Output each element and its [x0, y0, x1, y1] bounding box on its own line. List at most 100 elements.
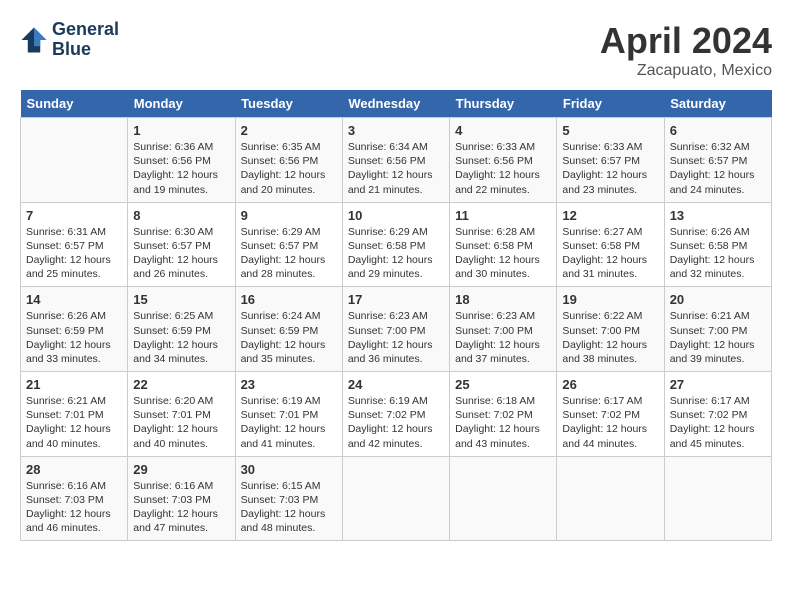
calendar-table: SundayMondayTuesdayWednesdayThursdayFrid… [20, 90, 772, 541]
day-info: Sunrise: 6:23 AMSunset: 7:00 PMDaylight:… [455, 309, 551, 366]
day-info: Sunrise: 6:30 AMSunset: 6:57 PMDaylight:… [133, 225, 229, 282]
calendar-cell: 21 Sunrise: 6:21 AMSunset: 7:01 PMDayligh… [21, 372, 128, 457]
day-info: Sunrise: 6:25 AMSunset: 6:59 PMDaylight:… [133, 309, 229, 366]
weekday-header-saturday: Saturday [664, 90, 771, 118]
day-info: Sunrise: 6:27 AMSunset: 6:58 PMDaylight:… [562, 225, 658, 282]
day-info: Sunrise: 6:18 AMSunset: 7:02 PMDaylight:… [455, 394, 551, 451]
day-info: Sunrise: 6:35 AMSunset: 6:56 PMDaylight:… [241, 140, 337, 197]
week-row-3: 14 Sunrise: 6:26 AMSunset: 6:59 PMDayligh… [21, 287, 772, 372]
day-number: 24 [348, 377, 444, 392]
calendar-cell: 5 Sunrise: 6:33 AMSunset: 6:57 PMDaylight… [557, 118, 664, 203]
calendar-cell: 12 Sunrise: 6:27 AMSunset: 6:58 PMDayligh… [557, 202, 664, 287]
day-number: 26 [562, 377, 658, 392]
day-number: 27 [670, 377, 766, 392]
weekday-header-thursday: Thursday [450, 90, 557, 118]
calendar-cell: 13 Sunrise: 6:26 AMSunset: 6:58 PMDayligh… [664, 202, 771, 287]
day-info: Sunrise: 6:34 AMSunset: 6:56 PMDaylight:… [348, 140, 444, 197]
day-number: 21 [26, 377, 122, 392]
week-row-1: 1Sunrise: 6:36 AMSunset: 6:56 PMDaylight… [21, 118, 772, 203]
day-info: Sunrise: 6:33 AMSunset: 6:57 PMDaylight:… [562, 140, 658, 197]
day-number: 11 [455, 208, 551, 223]
day-info: Sunrise: 6:31 AMSunset: 6:57 PMDaylight:… [26, 225, 122, 282]
day-number: 20 [670, 292, 766, 307]
day-number: 19 [562, 292, 658, 307]
weekday-header-row: SundayMondayTuesdayWednesdayThursdayFrid… [21, 90, 772, 118]
week-row-4: 21 Sunrise: 6:21 AMSunset: 7:01 PMDayligh… [21, 372, 772, 457]
calendar-cell: 19 Sunrise: 6:22 AMSunset: 7:00 PMDayligh… [557, 287, 664, 372]
logo-text: General Blue [52, 20, 119, 60]
calendar-cell: 10 Sunrise: 6:29 AMSunset: 6:58 PMDayligh… [342, 202, 449, 287]
calendar-cell: 11 Sunrise: 6:28 AMSunset: 6:58 PMDayligh… [450, 202, 557, 287]
day-number: 25 [455, 377, 551, 392]
calendar-cell [21, 118, 128, 203]
day-number: 10 [348, 208, 444, 223]
logo: General Blue [20, 20, 119, 60]
day-info: Sunrise: 6:21 AMSunset: 7:01 PMDaylight:… [26, 394, 122, 451]
day-info: Sunrise: 6:32 AMSunset: 6:57 PMDaylight:… [670, 140, 766, 197]
calendar-cell [342, 456, 449, 541]
calendar-cell: 8 Sunrise: 6:30 AMSunset: 6:57 PMDaylight… [128, 202, 235, 287]
calendar-cell: 3 Sunrise: 6:34 AMSunset: 6:56 PMDaylight… [342, 118, 449, 203]
day-number: 15 [133, 292, 229, 307]
day-number: 2 [241, 123, 337, 138]
day-info: Sunrise: 6:15 AMSunset: 7:03 PMDaylight:… [241, 479, 337, 536]
calendar-cell: 18 Sunrise: 6:23 AMSunset: 7:00 PMDayligh… [450, 287, 557, 372]
calendar-cell: 7 Sunrise: 6:31 AMSunset: 6:57 PMDaylight… [21, 202, 128, 287]
day-info: Sunrise: 6:26 AMSunset: 6:59 PMDaylight:… [26, 309, 122, 366]
day-info: Sunrise: 6:16 AMSunset: 7:03 PMDaylight:… [133, 479, 229, 536]
weekday-header-wednesday: Wednesday [342, 90, 449, 118]
calendar-cell [664, 456, 771, 541]
page-header: General Blue April 2024 Zacapuato, Mexic… [20, 20, 772, 80]
day-info: Sunrise: 6:17 AMSunset: 7:02 PMDaylight:… [670, 394, 766, 451]
calendar-cell: 22Sunrise: 6:20 AMSunset: 7:01 PMDayligh… [128, 372, 235, 457]
day-number: 4 [455, 123, 551, 138]
day-info: Sunrise: 6:17 AMSunset: 7:02 PMDaylight:… [562, 394, 658, 451]
day-number: 16 [241, 292, 337, 307]
calendar-cell: 6Sunrise: 6:32 AMSunset: 6:57 PMDaylight… [664, 118, 771, 203]
calendar-cell: 4Sunrise: 6:33 AMSunset: 6:56 PMDaylight… [450, 118, 557, 203]
calendar-cell: 17Sunrise: 6:23 AMSunset: 7:00 PMDayligh… [342, 287, 449, 372]
day-number: 7 [26, 208, 122, 223]
weekday-header-tuesday: Tuesday [235, 90, 342, 118]
day-info: Sunrise: 6:29 AMSunset: 6:57 PMDaylight:… [241, 225, 337, 282]
day-number: 12 [562, 208, 658, 223]
calendar-cell: 9Sunrise: 6:29 AMSunset: 6:57 PMDaylight… [235, 202, 342, 287]
day-number: 8 [133, 208, 229, 223]
day-number: 23 [241, 377, 337, 392]
day-info: Sunrise: 6:24 AMSunset: 6:59 PMDaylight:… [241, 309, 337, 366]
day-number: 14 [26, 292, 122, 307]
calendar-cell: 2 Sunrise: 6:35 AMSunset: 6:56 PMDaylight… [235, 118, 342, 203]
month-title: April 2024 [600, 20, 772, 62]
title-block: April 2024 Zacapuato, Mexico [600, 20, 772, 80]
weekday-header-friday: Friday [557, 90, 664, 118]
day-info: Sunrise: 6:26 AMSunset: 6:58 PMDaylight:… [670, 225, 766, 282]
calendar-cell: 1Sunrise: 6:36 AMSunset: 6:56 PMDaylight… [128, 118, 235, 203]
day-info: Sunrise: 6:21 AMSunset: 7:00 PMDaylight:… [670, 309, 766, 366]
day-number: 17 [348, 292, 444, 307]
day-info: Sunrise: 6:19 AMSunset: 7:02 PMDaylight:… [348, 394, 444, 451]
day-number: 18 [455, 292, 551, 307]
calendar-cell: 30 Sunrise: 6:15 AMSunset: 7:03 PMDayligh… [235, 456, 342, 541]
calendar-cell: 16 Sunrise: 6:24 AMSunset: 6:59 PMDayligh… [235, 287, 342, 372]
calendar-cell: 24 Sunrise: 6:19 AMSunset: 7:02 PMDayligh… [342, 372, 449, 457]
day-number: 22 [133, 377, 229, 392]
day-number: 13 [670, 208, 766, 223]
weekday-header-sunday: Sunday [21, 90, 128, 118]
location-title: Zacapuato, Mexico [600, 62, 772, 80]
calendar-cell: 29 Sunrise: 6:16 AMSunset: 7:03 PMDayligh… [128, 456, 235, 541]
day-number: 3 [348, 123, 444, 138]
day-number: 30 [241, 462, 337, 477]
day-info: Sunrise: 6:29 AMSunset: 6:58 PMDaylight:… [348, 225, 444, 282]
day-number: 28 [26, 462, 122, 477]
day-info: Sunrise: 6:36 AMSunset: 6:56 PMDaylight:… [133, 140, 229, 197]
calendar-cell: 14 Sunrise: 6:26 AMSunset: 6:59 PMDayligh… [21, 287, 128, 372]
day-info: Sunrise: 6:19 AMSunset: 7:01 PMDaylight:… [241, 394, 337, 451]
logo-icon [20, 26, 48, 54]
day-number: 29 [133, 462, 229, 477]
day-info: Sunrise: 6:22 AMSunset: 7:00 PMDaylight:… [562, 309, 658, 366]
day-info: Sunrise: 6:28 AMSunset: 6:58 PMDaylight:… [455, 225, 551, 282]
day-number: 5 [562, 123, 658, 138]
week-row-2: 7 Sunrise: 6:31 AMSunset: 6:57 PMDaylight… [21, 202, 772, 287]
calendar-cell: 15 Sunrise: 6:25 AMSunset: 6:59 PMDayligh… [128, 287, 235, 372]
calendar-cell: 26 Sunrise: 6:17 AMSunset: 7:02 PMDayligh… [557, 372, 664, 457]
